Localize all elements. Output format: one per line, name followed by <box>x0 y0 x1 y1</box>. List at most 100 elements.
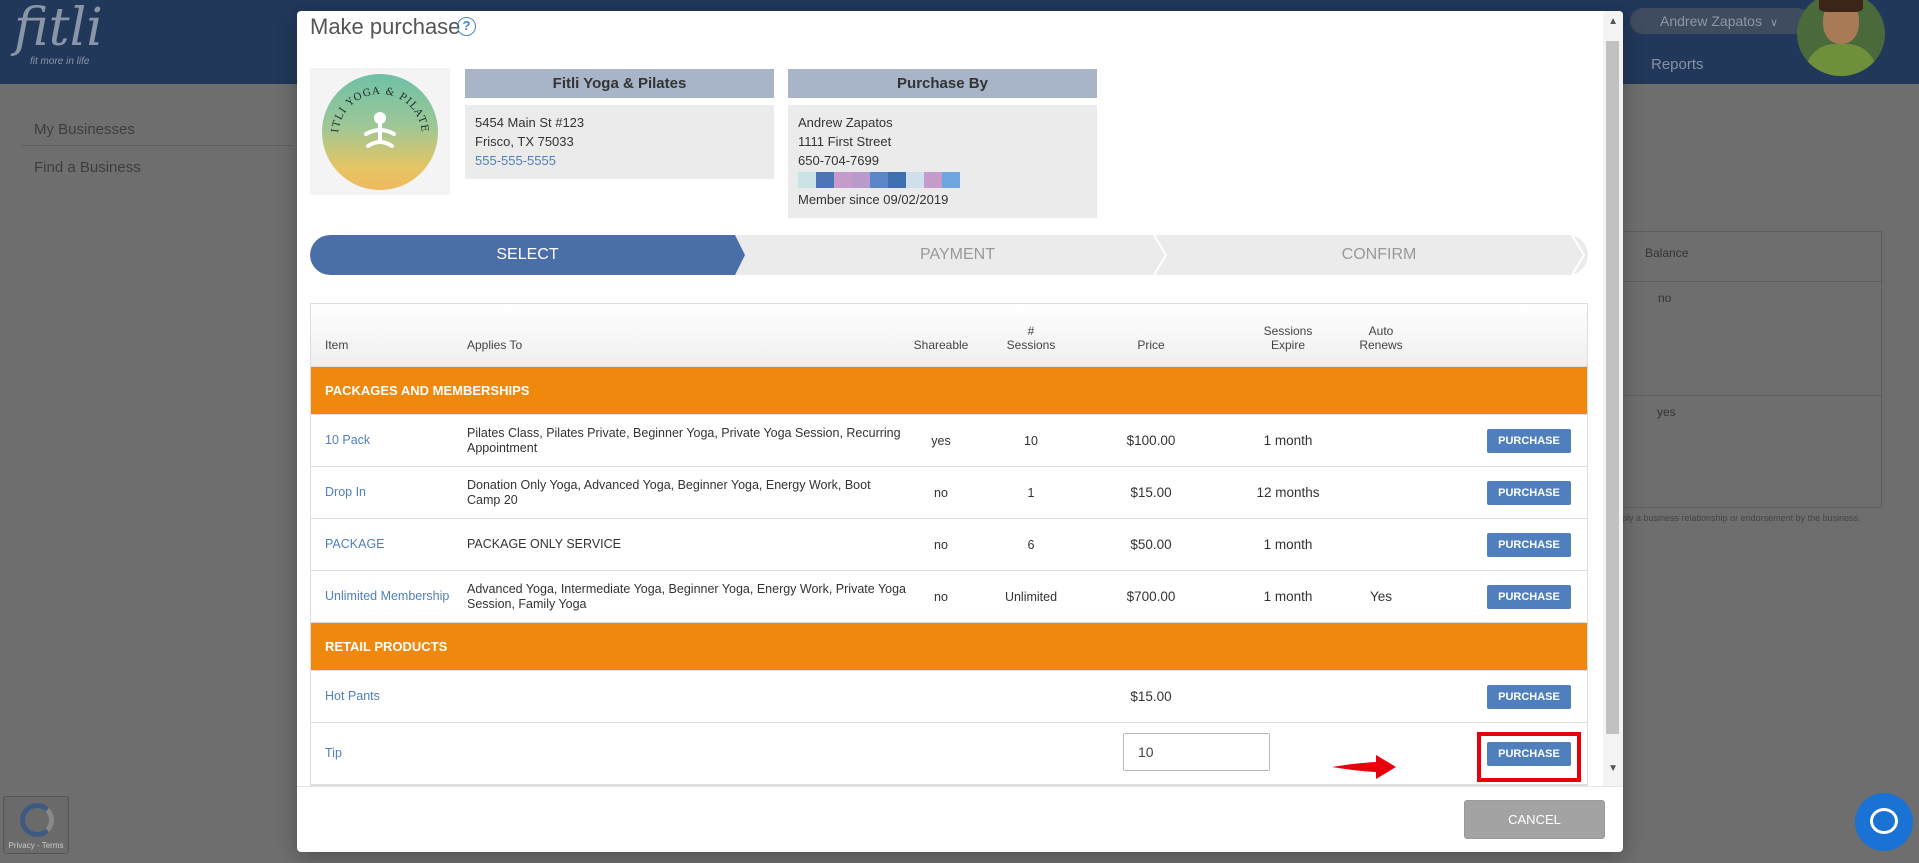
redaction-block <box>798 172 816 188</box>
redaction-block <box>870 172 888 188</box>
section-header: PACKAGES AND MEMBERSHIPS <box>311 367 1587 415</box>
shareable: no <box>934 589 948 604</box>
cancel-button[interactable]: CANCEL <box>1464 800 1605 839</box>
item-link[interactable]: 10 Pack <box>325 415 455 466</box>
user-menu[interactable]: Andrew Zapatos ∨ <box>1630 8 1810 34</box>
col-shareable: Shareable <box>913 338 969 352</box>
business-name: Fitli Yoga & Pilates <box>465 69 774 98</box>
shareable: no <box>934 485 948 500</box>
chat-icon <box>1870 808 1898 834</box>
scrollbar-thumb[interactable] <box>1606 41 1619 734</box>
shareable: no <box>934 537 948 552</box>
nav-reports[interactable]: Reports <box>1651 56 1704 73</box>
redaction-block <box>852 172 870 188</box>
col-sessions-expire: Sessions Expire <box>1263 324 1313 352</box>
price: $50.00 <box>1130 537 1172 552</box>
purchaser-card: Purchase By Andrew Zapatos 1111 First St… <box>788 69 1097 218</box>
step-separator <box>1153 235 1168 275</box>
section-header: RETAIL PRODUCTS <box>311 623 1587 671</box>
logo-lettering: FITLI YOGA & PILATES <box>322 74 429 134</box>
item-link[interactable]: PACKAGE <box>325 519 455 570</box>
redaction-block <box>906 172 924 188</box>
price: $15.00 <box>1130 689 1172 704</box>
sessions: Unlimited <box>1004 589 1058 604</box>
auto-renews <box>1351 467 1411 518</box>
recaptcha-icon <box>20 803 54 837</box>
sessions: 1 <box>1027 485 1035 500</box>
disclaimer-text: ply a business relationship or endorseme… <box>1622 513 1861 523</box>
auto-renews <box>1351 519 1411 570</box>
step-payment: PAYMENT <box>920 246 995 263</box>
sessions: 10 <box>1024 433 1038 448</box>
item-link[interactable]: Tip <box>325 723 455 784</box>
recaptcha-badge[interactable]: Privacy - Terms <box>3 796 69 854</box>
user-name: Andrew Zapatos <box>1660 13 1762 29</box>
business-address-line2: Frisco, TX 75033 <box>475 134 574 149</box>
purchase-table: Item Applies To Shareable # Sessions Pri… <box>310 303 1588 786</box>
member-since: Member since 09/02/2019 <box>798 192 949 207</box>
redacted-email <box>798 172 1087 188</box>
business-address-line1: 5454 Main St #123 <box>475 115 585 130</box>
price: $700.00 <box>1126 589 1176 604</box>
applies-to: Advanced Yoga, Intermediate Yoga, Beginn… <box>467 581 906 611</box>
price: $100.00 <box>1126 433 1176 448</box>
balance-header: Balance <box>1645 246 1689 260</box>
recaptcha-links[interactable]: Privacy - Terms <box>4 841 68 850</box>
auto-renews <box>1351 415 1411 466</box>
scrollbar[interactable]: ▲ ▼ <box>1603 11 1623 786</box>
balance-value: yes <box>1657 405 1676 419</box>
yoga-logo-icon: FITLI YOGA & PILATES <box>322 74 430 148</box>
redaction-block <box>924 172 942 188</box>
purchase-button[interactable]: PURCHASE <box>1487 429 1571 453</box>
sidebar-item-find-business[interactable]: Find a Business <box>34 159 141 176</box>
logo-tagline: fit more in life <box>30 56 90 67</box>
chevron-down-icon: ∨ <box>1769 17 1779 29</box>
item-link[interactable]: Hot Pants <box>325 671 455 722</box>
background-table <box>1622 231 1883 508</box>
purchase-button[interactable]: PURCHASE <box>1487 685 1571 709</box>
redaction-block <box>888 172 906 188</box>
redaction-block <box>942 172 960 188</box>
avatar[interactable] <box>1797 0 1885 76</box>
redaction-block <box>834 172 852 188</box>
applies-to: Pilates Class, Pilates Private, Beginner… <box>467 425 901 455</box>
sidebar-divider <box>22 145 292 146</box>
item-link[interactable]: Drop In <box>325 467 455 518</box>
arrow-right-icon <box>1332 755 1396 779</box>
scroll-down-icon[interactable]: ▼ <box>1608 763 1618 774</box>
col-auto-renews: Auto Renews <box>1359 324 1403 352</box>
business-phone-link[interactable]: 555-555-5555 <box>475 151 764 170</box>
sessions-expire: 12 months <box>1256 485 1320 500</box>
step-select: SELECT <box>310 235 745 275</box>
shareable: yes <box>931 433 951 448</box>
redaction-block <box>816 172 834 188</box>
purchase-button[interactable]: PURCHASE <box>1487 585 1571 609</box>
tip-amount-input[interactable] <box>1123 733 1270 771</box>
table-row: Unlimited Membership Advanced Yoga, Inte… <box>311 571 1587 623</box>
col-item: Item <box>325 338 349 352</box>
col-applies-to: Applies To <box>467 338 523 352</box>
purchase-button[interactable]: PURCHASE <box>1487 533 1571 557</box>
purchase-button[interactable]: PURCHASE <box>1487 481 1571 505</box>
table-row: 10 Pack Pilates Class, Pilates Private, … <box>311 415 1587 467</box>
purchaser-address: 1111 First Street <box>798 134 892 149</box>
purchaser-heading: Purchase By <box>788 69 1097 98</box>
balance-value: no <box>1658 291 1672 305</box>
svg-text:FITLI YOGA & PILATES: FITLI YOGA & PILATES <box>322 74 430 134</box>
purchaser-name: Andrew Zapatos <box>798 115 893 130</box>
modal-title: Make purchase <box>310 14 461 39</box>
highlight-annotation <box>1477 732 1581 782</box>
fitli-logo[interactable]: fitli <box>14 2 103 54</box>
item-link[interactable]: Unlimited Membership <box>325 571 455 622</box>
scroll-up-icon[interactable]: ▲ <box>1608 16 1618 27</box>
help-icon[interactable]: ? <box>457 17 476 36</box>
purchaser-phone: 650-704-7699 <box>798 153 879 168</box>
footer-divider <box>297 786 1623 787</box>
sidebar-item-my-businesses[interactable]: My Businesses <box>34 121 135 138</box>
sessions-expire: 1 month <box>1263 433 1313 448</box>
business-card: Fitli Yoga & Pilates 5454 Main St #123 F… <box>465 69 774 179</box>
purchase-steps: SELECT PAYMENT CONFIRM <box>310 235 1588 275</box>
chat-button[interactable] <box>1855 793 1913 851</box>
col-sessions: # Sessions <box>1006 324 1056 352</box>
table-row: Drop In Donation Only Yoga, Advanced Yog… <box>311 467 1587 519</box>
